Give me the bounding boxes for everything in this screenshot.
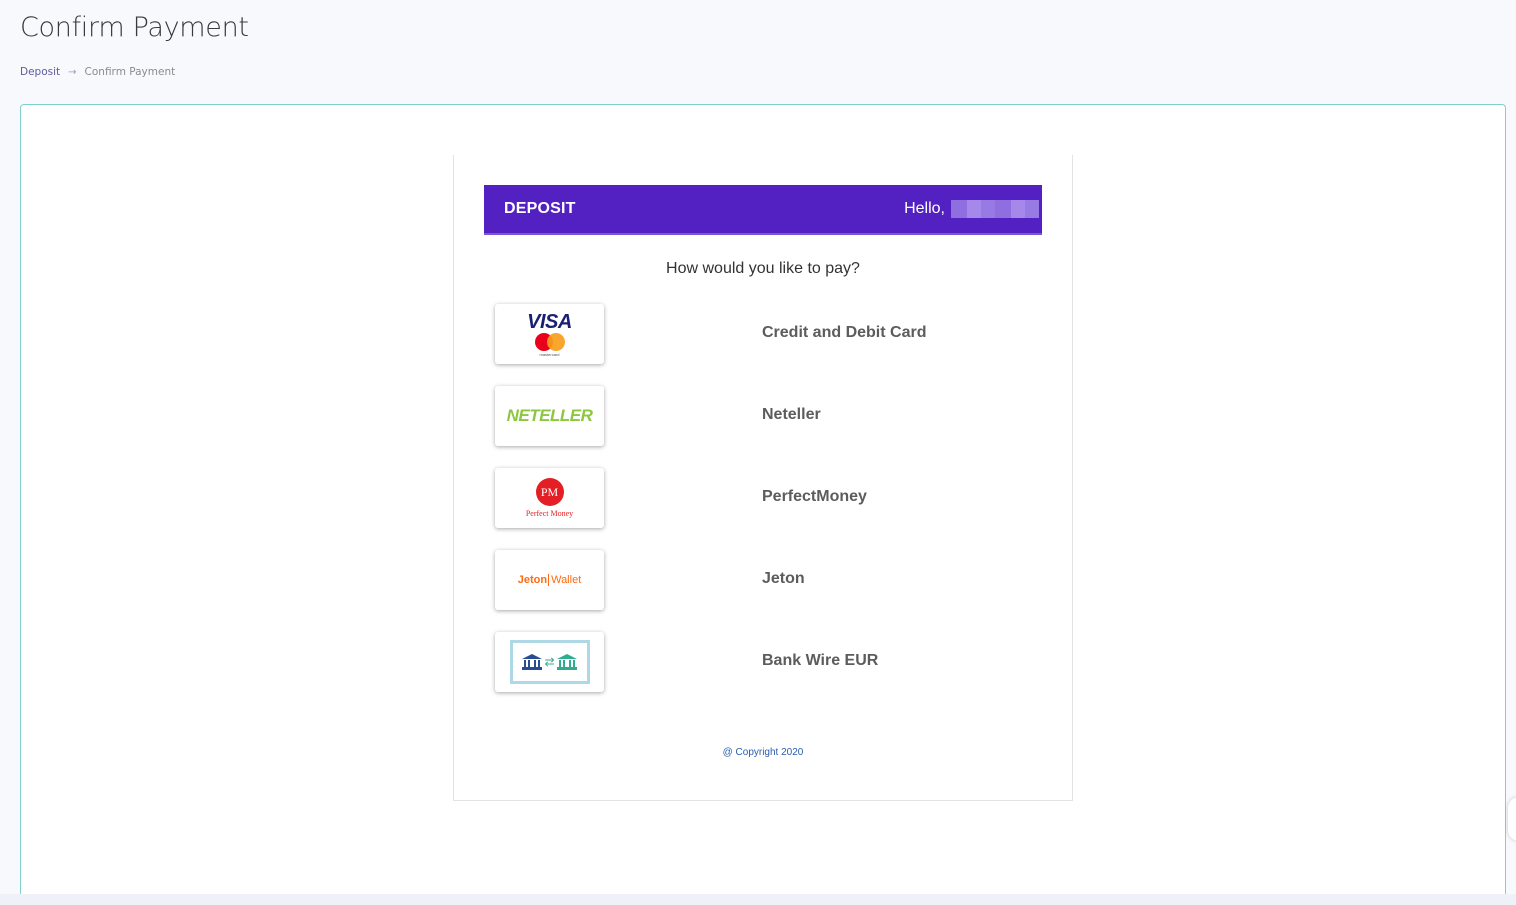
jeton-wallet-caption: Wallet <box>548 574 582 586</box>
payment-method-label[interactable]: PerfectMoney <box>762 488 867 506</box>
jeton-logo-button[interactable]: Jeton Wallet <box>495 550 604 610</box>
neteller-logo-button[interactable]: NETELLER <box>495 386 604 446</box>
payment-method-bank-wire[interactable]: ⇄ Bank Wire EUR <box>495 632 1055 692</box>
jeton-wallet-logo: Jeton Wallet <box>518 574 582 586</box>
perfectmoney-logo-button[interactable]: PM Perfect Money <box>495 468 604 528</box>
breadcrumb: Deposit → Confirm Payment <box>20 66 175 78</box>
bank-transfer-logo-button[interactable]: ⇄ <box>495 632 604 692</box>
greeting: Hello, <box>904 200 1039 218</box>
redacted-username <box>951 200 1039 218</box>
payment-method-label[interactable]: Credit and Debit Card <box>762 324 926 342</box>
payment-method-label[interactable]: Bank Wire EUR <box>762 652 878 670</box>
perfectmoney-icon: PM <box>535 478 564 506</box>
mastercard-caption: mastercard <box>539 351 560 357</box>
breadcrumb-deposit-link[interactable]: Deposit <box>20 66 60 78</box>
bank-building-icon <box>556 654 577 670</box>
bank-building-icon <box>522 654 543 670</box>
page-title: Confirm Payment <box>20 12 249 43</box>
deposit-header: DEPOSIT Hello, <box>484 185 1042 235</box>
payment-method-neteller[interactable]: NETELLER Neteller <box>495 386 1055 446</box>
transfer-arrows-icon: ⇄ <box>544 655 555 669</box>
neteller-logo-text: NETELLER <box>506 406 593 425</box>
mastercard-icon <box>534 332 565 351</box>
breadcrumb-current: Confirm Payment <box>84 66 176 78</box>
copyright-text: @ Copyright 2020 <box>722 747 804 758</box>
payment-methods-list: VISA mastercard Credit and Debit Card NE… <box>495 304 1055 714</box>
visa-logo-text: VISA <box>527 310 572 333</box>
floating-scroll-handle[interactable] <box>1508 797 1516 841</box>
payment-question: How would you like to pay? <box>666 260 860 277</box>
jeton-logo-text: Jeton <box>517 574 548 586</box>
deposit-frame: DEPOSIT Hello, How would you like to pay… <box>453 155 1073 801</box>
payment-method-label[interactable]: Jeton <box>762 570 805 588</box>
payment-method-perfectmoney[interactable]: PM Perfect Money PerfectMoney <box>495 468 1055 528</box>
deposit-header-label: DEPOSIT <box>504 200 576 217</box>
page-bottom-strip <box>0 894 1516 905</box>
bank-transfer-icon: ⇄ <box>509 640 590 684</box>
payment-method-label[interactable]: Neteller <box>762 406 821 424</box>
greeting-text: Hello, <box>904 200 945 217</box>
payment-method-jeton[interactable]: Jeton Wallet Jeton <box>495 550 1055 610</box>
breadcrumb-separator-icon: → <box>68 66 77 78</box>
perfectmoney-caption: Perfect Money <box>525 509 574 518</box>
payment-method-card[interactable]: VISA mastercard Credit and Debit Card <box>495 304 1055 364</box>
visa-mastercard-logo-button[interactable]: VISA mastercard <box>495 304 604 364</box>
